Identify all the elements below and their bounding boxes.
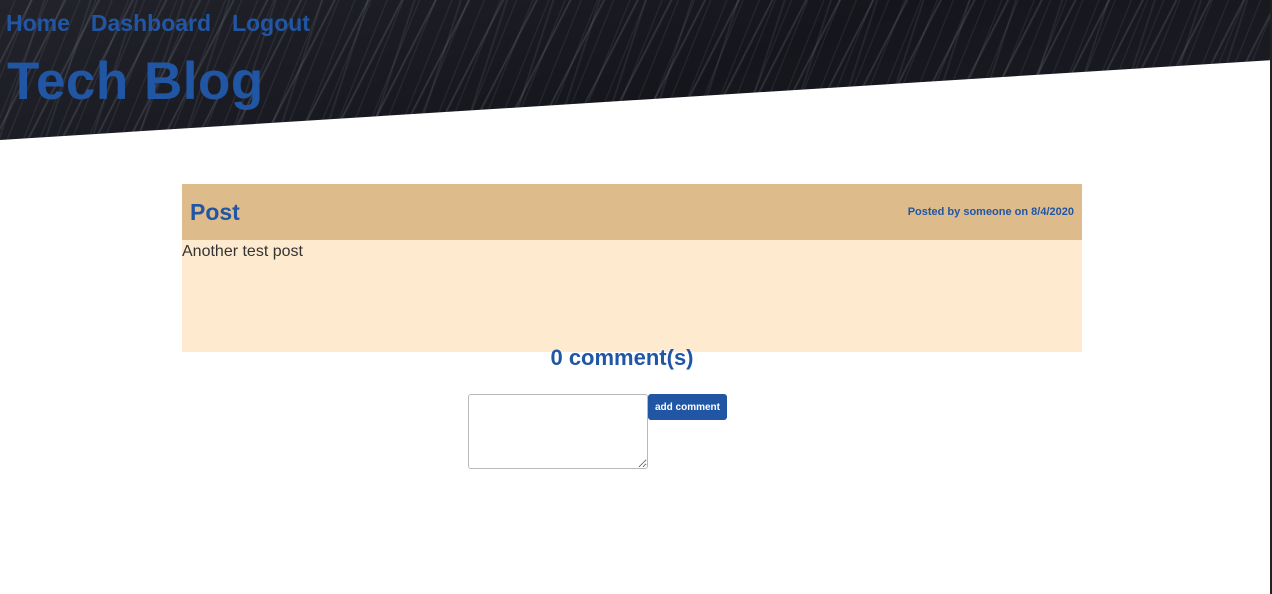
post-body: Another test post xyxy=(182,240,1082,352)
post-meta: Posted by someone on 8/4/2020 xyxy=(907,206,1074,218)
post-header: Post Posted by someone on 8/4/2020 xyxy=(182,184,1082,240)
page: Home Dashboard Logout Tech Blog Post Pos… xyxy=(0,0,1272,594)
post-card: Post Posted by someone on 8/4/2020 Anoth… xyxy=(182,184,1082,352)
post-title: Post xyxy=(190,198,240,225)
nav-link-logout[interactable]: Logout xyxy=(232,9,310,37)
nav-link-home[interactable]: Home xyxy=(6,9,70,37)
main-nav: Home Dashboard Logout xyxy=(6,9,310,37)
comments-count-heading: 0 comment(s) xyxy=(550,345,694,370)
site-header: Home Dashboard Logout Tech Blog xyxy=(0,0,1270,142)
comment-textarea[interactable] xyxy=(468,394,648,469)
comment-form: add comment xyxy=(468,394,727,469)
nav-link-dashboard[interactable]: Dashboard xyxy=(91,9,211,37)
add-comment-button[interactable]: add comment xyxy=(648,394,727,420)
site-title: Tech Blog xyxy=(7,52,264,111)
